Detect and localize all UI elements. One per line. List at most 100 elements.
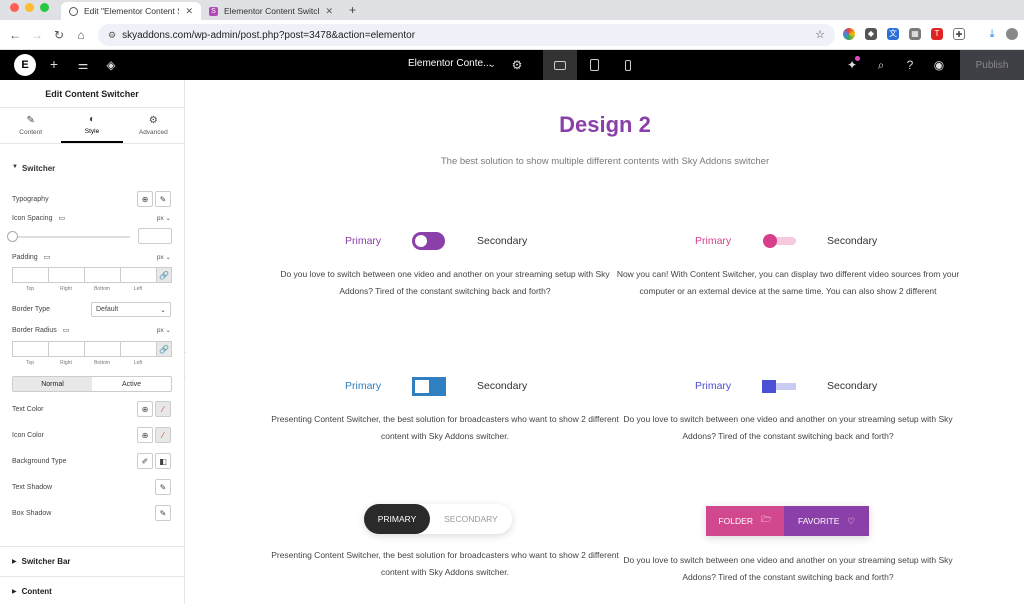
home-icon[interactable]: ⌂ bbox=[70, 28, 92, 42]
new-tab-icon[interactable]: + bbox=[341, 3, 364, 20]
tab-label: Advanced bbox=[138, 129, 168, 136]
switcher-2-toggle[interactable] bbox=[763, 234, 796, 248]
globe-icon[interactable]: ⊕ bbox=[137, 191, 153, 207]
shield-extension-icon[interactable]: ◆ bbox=[865, 28, 877, 40]
site-settings-icon[interactable]: ⚙ bbox=[108, 30, 116, 41]
tab-content[interactable]: ✎ Content bbox=[0, 108, 61, 143]
padding-top-input[interactable] bbox=[12, 267, 48, 283]
side-label: Bottom bbox=[94, 286, 110, 292]
switcher-3-toggle[interactable] bbox=[412, 377, 446, 396]
elementor-logo-icon[interactable]: E bbox=[14, 54, 36, 76]
puzzle-extensions-icon[interactable]: ✚ bbox=[953, 28, 965, 40]
border-type-select[interactable]: Default ⌄ bbox=[91, 302, 171, 317]
tab-advanced[interactable]: ⚙ Advanced bbox=[123, 108, 184, 143]
browser-tab-editor[interactable]: Edit "Elementor Content Swit ✕ bbox=[61, 2, 201, 20]
link-values-icon[interactable]: 🔗 bbox=[156, 267, 172, 283]
bookmark-star-icon[interactable]: ☆ bbox=[815, 28, 825, 41]
slider-handle[interactable] bbox=[7, 231, 18, 242]
maximize-window-button[interactable] bbox=[40, 2, 49, 12]
chevron-down-icon[interactable]: ⌄ bbox=[485, 59, 499, 70]
content-section[interactable]: ▶ Content bbox=[0, 576, 185, 604]
padding-right-input[interactable] bbox=[48, 267, 84, 283]
page-settings-gear-icon[interactable]: ⚙ bbox=[510, 58, 524, 72]
add-element-icon[interactable]: + bbox=[47, 56, 61, 72]
desktop-icon: ▭ bbox=[43, 254, 51, 261]
toggle-knob bbox=[415, 380, 429, 393]
tab-normal[interactable]: Normal bbox=[13, 377, 92, 391]
padding-bottom-input[interactable] bbox=[84, 267, 120, 283]
color-picker-swatch[interactable]: ⁄ bbox=[155, 401, 171, 417]
globe-icon[interactable]: ⊕ bbox=[137, 427, 153, 443]
document-title[interactable]: Elementor Conte... bbox=[408, 58, 491, 69]
close-window-button[interactable] bbox=[10, 2, 19, 12]
switcher-1-primary-label[interactable]: Primary bbox=[345, 235, 381, 247]
translate-extension-icon[interactable]: 文 bbox=[887, 28, 899, 40]
radius-bottom-input[interactable] bbox=[84, 341, 120, 357]
settings-sliders-icon[interactable]: ⚌ bbox=[76, 58, 90, 72]
switcher-3-secondary-label[interactable]: Secondary bbox=[477, 380, 527, 392]
chevron-down-icon: ⌄ bbox=[163, 327, 171, 334]
radius-right-input[interactable] bbox=[48, 341, 84, 357]
close-tab-icon[interactable]: ✕ bbox=[185, 6, 193, 17]
tablet-view-button[interactable] bbox=[577, 50, 611, 80]
notification-dot bbox=[855, 56, 860, 61]
layers-icon[interactable]: ◈ bbox=[104, 58, 118, 72]
switcher-2-primary-label[interactable]: Primary bbox=[695, 235, 731, 247]
tab-active[interactable]: Active bbox=[92, 377, 171, 391]
border-type-control: Border Type Default ⌄ bbox=[12, 302, 171, 317]
unit-select[interactable]: px bbox=[157, 254, 164, 261]
switcher-6-secondary-button[interactable]: FAVORITE ♡ bbox=[784, 506, 869, 536]
edit-pencil-icon[interactable]: ✎ bbox=[155, 505, 171, 521]
address-bar[interactable]: ⚙ skyaddons.com/wp-admin/post.php?post=3… bbox=[98, 24, 835, 46]
switcher-5-primary-button[interactable]: PRIMARY bbox=[364, 504, 430, 534]
back-icon[interactable]: ← bbox=[4, 28, 26, 42]
browser-tab-preview[interactable]: S Elementor Content Switcher ✕ bbox=[201, 2, 341, 20]
edit-pencil-icon[interactable]: ✎ bbox=[155, 479, 171, 495]
search-icon[interactable]: ⌕ bbox=[874, 58, 888, 73]
switcher-2-secondary-label[interactable]: Secondary bbox=[827, 235, 877, 247]
panel-title: Edit Content Switcher bbox=[0, 80, 184, 108]
color-picker-swatch[interactable]: ⁄ bbox=[155, 427, 171, 443]
grid-extension-icon[interactable]: ▦ bbox=[909, 28, 921, 40]
switcher-4-toggle[interactable] bbox=[762, 380, 796, 393]
switcher-5-content: Presenting Content Switcher, the best so… bbox=[271, 550, 619, 577]
icon-spacing-input[interactable] bbox=[138, 228, 172, 244]
mobile-view-button[interactable] bbox=[611, 50, 645, 80]
preview-eye-icon[interactable]: ◉ bbox=[932, 58, 946, 72]
switcher-4-secondary-label[interactable]: Secondary bbox=[827, 380, 877, 392]
folder-icon: 🗁 bbox=[760, 514, 772, 524]
download-icon[interactable]: ⤓ bbox=[986, 28, 998, 40]
switcher-6-primary-button[interactable]: FOLDER 🗁 bbox=[706, 506, 784, 536]
switcher-1-toggle[interactable] bbox=[412, 232, 445, 250]
unit-select[interactable]: px bbox=[157, 327, 164, 334]
icon-spacing-slider-track[interactable] bbox=[12, 236, 130, 238]
chrome-extension-icon[interactable] bbox=[843, 28, 855, 40]
profile-avatar[interactable] bbox=[1006, 28, 1018, 40]
switcher-1-secondary-label[interactable]: Secondary bbox=[477, 235, 527, 247]
edit-pencil-icon[interactable]: ✎ bbox=[155, 191, 171, 207]
minimize-window-button[interactable] bbox=[25, 2, 34, 12]
radius-top-input[interactable] bbox=[12, 341, 48, 357]
brush-icon[interactable]: ✐ bbox=[137, 453, 153, 469]
red-extension-icon[interactable]: T bbox=[931, 28, 943, 40]
switcher-5-secondary-button[interactable]: SECONDARY bbox=[430, 504, 512, 534]
publish-button[interactable]: Publish bbox=[960, 50, 1024, 80]
unit-select[interactable]: px bbox=[157, 215, 164, 222]
close-tab-icon[interactable]: ✕ bbox=[325, 6, 333, 17]
switcher-bar-section[interactable]: ▶ Switcher Bar bbox=[0, 546, 185, 576]
switcher-3-primary-label[interactable]: Primary bbox=[345, 380, 381, 392]
globe-icon[interactable]: ⊕ bbox=[137, 401, 153, 417]
side-label: Right bbox=[60, 360, 72, 366]
radius-left-input[interactable] bbox=[120, 341, 156, 357]
switcher-section-header[interactable]: ▼ Switcher bbox=[12, 164, 55, 173]
chevron-down-icon: ⌄ bbox=[163, 254, 171, 261]
gradient-icon[interactable]: ◧ bbox=[155, 453, 171, 469]
tab-style[interactable]: ◐ Style bbox=[61, 108, 123, 143]
reload-icon[interactable]: ↻ bbox=[48, 28, 70, 42]
forward-icon[interactable]: → bbox=[26, 28, 48, 42]
desktop-view-button[interactable] bbox=[543, 50, 577, 80]
link-values-icon[interactable]: 🔗 bbox=[156, 341, 172, 357]
padding-left-input[interactable] bbox=[120, 267, 156, 283]
switcher-4-primary-label[interactable]: Primary bbox=[695, 380, 731, 392]
help-icon[interactable]: ? bbox=[903, 58, 917, 72]
